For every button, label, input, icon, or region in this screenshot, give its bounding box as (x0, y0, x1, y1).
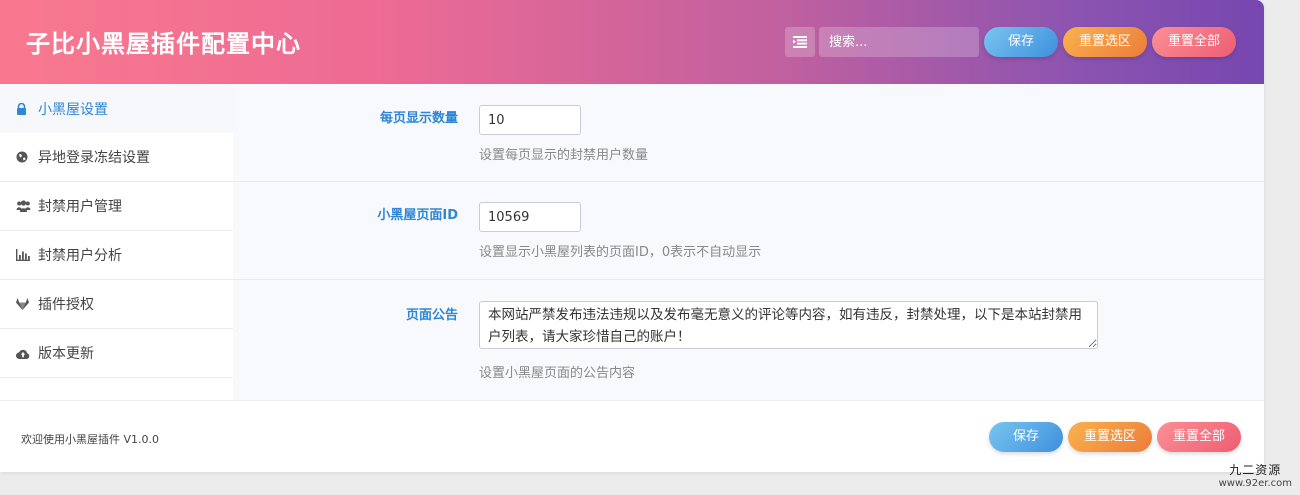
header-bar: 子比小黑屋插件配置中心 保存 重置选区 重置全部 (0, 0, 1264, 84)
notice-textarea[interactable]: 本网站严禁发布违法违规以及发布毫无意义的评论等内容，如有违反，封禁处理，以下是本… (479, 301, 1098, 349)
users-icon (16, 200, 38, 212)
page-id-help: 设置显示小黑屋列表的页面ID，0表示不自动显示 (479, 245, 762, 260)
sidebar-nav: 小黑屋设置 异地登录冻结设置 封禁用户管理 封禁用户分析 插件授权 版本更新 (0, 84, 233, 400)
sidebar-item-banned-users-management[interactable]: 封禁用户管理 (0, 182, 233, 231)
sidebar-item-plugin-license[interactable]: 插件授权 (0, 280, 233, 329)
watermark-url: www.92er.com (1218, 478, 1292, 489)
sidebar-item-blackroom-settings[interactable]: 小黑屋设置 (0, 84, 233, 133)
sidebar-item-remote-login-freeze[interactable]: 异地登录冻结设置 (0, 133, 233, 182)
setting-row-notice: 页面公告 本网站严禁发布违法违规以及发布毫无意义的评论等内容，如有违反，封禁处理… (233, 280, 1264, 400)
settings-form: 每页显示数量 设置每页显示的封禁用户数量 小黑屋页面ID 设置显示小黑屋列表的页… (233, 84, 1264, 400)
sidebar-item-label: 小黑屋设置 (38, 101, 108, 118)
per-page-label: 每页显示数量 (379, 111, 458, 126)
footer-version-text: 欢迎使用小黑屋插件 V1.0.0 (21, 433, 160, 446)
search-input[interactable] (819, 27, 979, 57)
globe-icon (16, 151, 38, 163)
sidebar-item-banned-users-analysis[interactable]: 封禁用户分析 (0, 231, 233, 280)
setting-row-page-id: 小黑屋页面ID 设置显示小黑屋列表的页面ID，0表示不自动显示 (233, 182, 1264, 280)
gitlab-icon (16, 298, 38, 310)
notice-label: 页面公告 (405, 308, 458, 323)
sidebar-item-label: 插件授权 (38, 297, 94, 313)
site-watermark: 九二资源 www.92er.com (1219, 461, 1292, 489)
settings-panel: 子比小黑屋插件配置中心 保存 重置选区 重置全部 小黑屋设置 (0, 0, 1264, 472)
footer-bar: 欢迎使用小黑屋插件 V1.0.0 保存 重置选区 重置全部 (0, 400, 1264, 472)
footer-reset-selection-button[interactable]: 重置选区 (1068, 422, 1152, 452)
sidebar-item-label: 封禁用户管理 (38, 199, 122, 215)
setting-row-per-page: 每页显示数量 设置每页显示的封禁用户数量 (233, 84, 1264, 182)
header-save-button[interactable]: 保存 (984, 27, 1058, 57)
header-reset-all-button[interactable]: 重置全部 (1152, 27, 1236, 57)
per-page-help: 设置每页显示的封禁用户数量 (479, 148, 649, 163)
footer-reset-all-button[interactable]: 重置全部 (1157, 422, 1241, 452)
per-page-input[interactable] (479, 105, 581, 135)
footer-save-button[interactable]: 保存 (989, 422, 1063, 452)
cloud-upload-icon (16, 348, 38, 359)
notice-help: 设置小黑屋页面的公告内容 (479, 366, 636, 381)
sidebar-item-version-update[interactable]: 版本更新 (0, 329, 233, 378)
sidebar-item-label: 版本更新 (38, 346, 94, 362)
lock-icon (16, 102, 38, 115)
sidebar-item-label: 异地登录冻结设置 (38, 150, 150, 166)
header-reset-selection-button[interactable]: 重置选区 (1063, 27, 1147, 57)
page-id-label: 小黑屋页面ID (377, 208, 458, 223)
watermark-title: 九二资源 (1229, 463, 1282, 477)
bar-chart-icon (16, 249, 38, 261)
page-title: 子比小黑屋插件配置中心 (26, 30, 301, 58)
menu-toggle-icon[interactable] (785, 27, 815, 57)
page-id-input[interactable] (479, 202, 581, 232)
sidebar-item-label: 封禁用户分析 (38, 248, 122, 264)
